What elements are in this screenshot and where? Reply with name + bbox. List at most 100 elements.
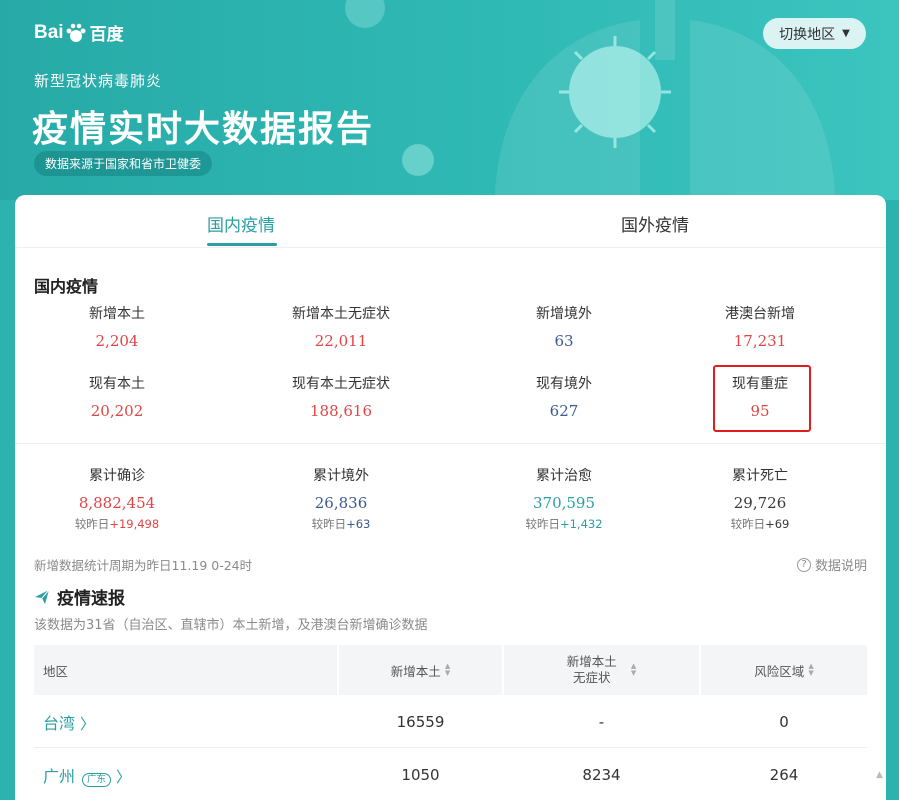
stat-label: 累计境外 [313, 468, 369, 484]
region-cell[interactable]: 台湾〉 [43, 695, 333, 748]
stat-compare: 较昨日+19,498 [27, 516, 207, 532]
stat-value: 2,204 [95, 332, 139, 350]
stat-new-local-asym: 新增本土无症状 22,011 [251, 303, 431, 350]
page-subtitle: 新型冠状病毒肺炎 [34, 72, 163, 90]
stat-label: 现有本土 [89, 376, 145, 392]
col-label: 新增本土 [390, 663, 441, 679]
province-tag: 广东 [82, 772, 112, 787]
compare-prefix: 较昨日 [525, 517, 560, 531]
stat-total-deaths: 累计死亡 29,726 较昨日+69 [670, 465, 850, 532]
stat-new-local: 新增本土 2,204 [27, 303, 207, 350]
region-name: 台湾 [43, 713, 76, 733]
stat-current-local: 现有本土 20,202 [27, 373, 207, 420]
compare-prefix: 较昨日 [311, 517, 347, 531]
stat-value: 370,595 [532, 494, 596, 512]
new-local-cell: 16559 [396, 712, 445, 731]
stat-label: 现有本土无症状 [292, 376, 390, 392]
stat-label: 新增境外 [536, 306, 592, 322]
region-link[interactable]: 台湾〉 [43, 710, 95, 734]
stat-new-imported: 新增境外 63 [474, 303, 654, 350]
compare-value: +63 [346, 517, 371, 531]
divider [15, 443, 886, 444]
stat-label: 现有境外 [536, 376, 592, 392]
tab-active-indicator [207, 243, 277, 246]
data-card: 国内疫情 国外疫情 国内疫情 新增本土 2,204 新增本土无症状 22,011… [15, 195, 886, 800]
table-header: 地区 新增本土 ▲ ▼ 新增本土 无症状 ▲ ▼ 风险区域 ▲ ▼ [34, 645, 867, 695]
col-risk-header[interactable]: 风险区域 ▲ ▼ [701, 645, 867, 695]
logo-text-bai: Bai [34, 21, 64, 43]
sort-icon: ▲ ▼ [808, 662, 814, 677]
table-row[interactable]: 台湾〉 16559 - 0 [34, 695, 867, 748]
region-name: 广州 [43, 766, 76, 786]
table-row[interactable]: 广州 广东〉 1050 8234 264 ▲ [34, 748, 883, 800]
brief-title-text: 疫情速报 [57, 589, 125, 609]
stat-compare: 较昨日+63 [251, 516, 431, 532]
chevron-right-icon: 〉 [80, 714, 96, 733]
chevron-right-icon: 〉 [116, 767, 132, 786]
col-new-local-header[interactable]: 新增本土 ▲ ▼ [339, 645, 502, 695]
stat-value: 26,836 [314, 494, 368, 512]
stat-new-hk-mo-tw: 港澳台新增 17,231 [670, 303, 850, 350]
header-banner: Bai du 百度 切换地区 ▼ 新型冠状病毒肺炎 疫情实时大数据报告 数据来源… [0, 0, 899, 200]
switch-region-button[interactable]: 切换地区 ▼ [763, 18, 866, 49]
new-asym-cell: 8234 [582, 765, 621, 784]
stat-value: 20,202 [90, 402, 144, 420]
stat-value: 627 [549, 402, 579, 420]
severe-highlight-box [713, 365, 811, 432]
stat-label: 累计治愈 [536, 468, 592, 484]
page-title: 疫情实时大数据报告 [32, 109, 375, 150]
compare-prefix: 较昨日 [74, 517, 110, 531]
risk-cell: 0 [779, 712, 789, 731]
stat-value: 29,726 [733, 494, 787, 512]
stat-total-imported: 累计境外 26,836 较昨日+63 [251, 465, 431, 532]
region-link[interactable]: 广州 广东〉 [43, 763, 131, 787]
sort-icon: ▲ ▼ [444, 662, 451, 677]
stat-label: 累计死亡 [732, 468, 788, 484]
col-label: 无症状 [573, 670, 611, 685]
collapse-up-icon[interactable]: ▲ [876, 748, 883, 800]
compare-value: +1,432 [559, 517, 603, 531]
brief-section-title: 疫情速报 [34, 584, 125, 609]
baidu-logo[interactable]: Bai du 百度 [34, 20, 124, 45]
stat-total-confirmed: 累计确诊 8,882,454 较昨日+19,498 [27, 465, 207, 532]
col-new-asym-header[interactable]: 新增本土 无症状 ▲ ▼ [504, 645, 699, 695]
sort-icon: ▲ ▼ [630, 662, 637, 677]
col-label: 风险区域 [754, 663, 805, 679]
stat-label: 新增本土无症状 [292, 306, 390, 322]
stat-compare: 较昨日+69 [670, 516, 850, 532]
stat-compare: 较昨日+1,432 [474, 516, 654, 532]
data-help-link[interactable]: ? 数据说明 [796, 555, 867, 574]
compare-value: +69 [765, 517, 790, 531]
stat-label: 累计确诊 [89, 468, 145, 484]
stat-value: 17,231 [733, 332, 787, 350]
logo-text-cn: 百度 [89, 25, 124, 44]
period-note: 新增数据统计周期为昨日11.19 0-24时 [34, 558, 253, 573]
risk-cell: 264 [769, 765, 799, 784]
stat-current-imported: 现有境外 627 [474, 373, 654, 420]
new-local-cell: 1050 [401, 765, 440, 784]
col-label: 新增本土 [566, 654, 617, 669]
col-label-group: 新增本土 无症状 [567, 654, 617, 686]
help-label: 数据说明 [814, 559, 867, 574]
compare-prefix: 较昨日 [730, 517, 766, 531]
compare-value: +19,498 [109, 517, 160, 531]
tab-domestic[interactable]: 国内疫情 [207, 211, 275, 236]
stat-label: 新增本土 [89, 306, 145, 322]
paper-plane-icon [35, 589, 50, 604]
col-label: 地区 [43, 663, 69, 679]
question-icon: ? [796, 557, 811, 572]
new-asym-cell: - [598, 712, 605, 731]
source-note: 数据来源于国家和省市卫健委 [34, 151, 213, 176]
brief-description: 该数据为31省（自治区、直辖市）本土新增，及港澳台新增确诊数据 [34, 618, 428, 633]
col-region-header: 地区 [34, 645, 337, 695]
stat-value: 22,011 [314, 332, 368, 350]
stat-value: 63 [554, 332, 574, 350]
paw-icon [66, 23, 86, 42]
stat-value: 188,616 [309, 402, 373, 420]
section-title-domestic: 国内疫情 [34, 277, 99, 296]
stat-total-cured: 累计治愈 370,595 较昨日+1,432 [474, 465, 654, 532]
region-cell[interactable]: 广州 广东〉 [43, 748, 333, 800]
tab-overseas[interactable]: 国外疫情 [621, 211, 689, 236]
switch-region-label: 切换地区 [779, 26, 836, 43]
stat-value: 8,882,454 [78, 494, 156, 512]
